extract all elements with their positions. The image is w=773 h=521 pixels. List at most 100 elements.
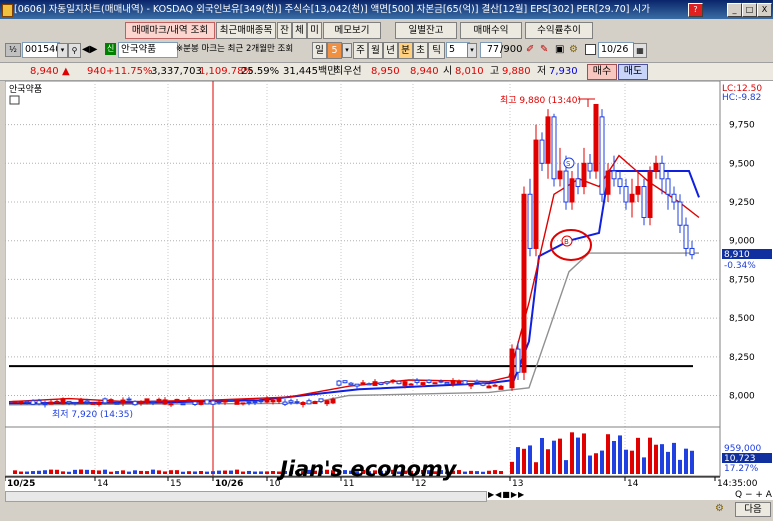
date-checkbox[interactable] [585,44,596,55]
bookmark-icon[interactable]: ½ [5,43,21,57]
daily-balance-button[interactable]: 일별잔고 [395,22,457,39]
stock-code-input[interactable]: 001540 [22,42,60,58]
candle-body [462,380,468,385]
volume-bar [97,470,101,474]
current-price: 8,940 [30,66,59,77]
period-tick-button[interactable]: 틱 [428,42,445,59]
period-minute-button[interactable]: 분 [398,42,413,59]
candle-body [54,400,60,403]
candle-body [408,383,414,386]
volume-bar [103,469,107,474]
candle-body [366,383,372,386]
settings-icon[interactable]: ⚙ [569,43,578,57]
candle-body [90,402,96,405]
high-annotation: 최고 9,880 (13:40) [500,95,581,106]
trade-mark-query-button[interactable]: 매매마크/내역 조회 [125,22,215,39]
candle-body [605,170,611,195]
executed-button[interactable]: 체 [292,22,307,39]
y-tick-label: 8,750 [729,275,755,285]
candle-body [78,398,84,404]
calendar-icon[interactable]: ▦ [633,43,647,58]
candle-body [120,399,126,404]
dropdown-icon[interactable]: ▾ [57,43,68,58]
candle-body [48,401,54,405]
memo-button[interactable]: 메모보기 [323,22,381,39]
minimize-button[interactable]: _ [727,3,742,17]
candle-body [647,170,653,218]
unfilled-button[interactable]: 미 [307,22,322,39]
volume-bar [79,469,83,474]
candle-body [468,383,474,387]
candle-body [318,398,324,403]
help-icon[interactable]: ? [688,3,703,17]
candle-body [24,400,30,403]
candle-body [288,400,294,403]
period-year-button[interactable]: 년 [383,42,398,59]
svg-text:S: S [566,160,571,168]
candle-body [641,186,647,218]
date-input[interactable]: 10/26 [598,42,634,58]
maximize-button[interactable]: □ [742,3,757,17]
candle-body [72,402,78,405]
candle-body [581,162,587,188]
svg-text:B: B [564,238,569,246]
low-annotation: 최저 7,920 (14:35) [52,409,133,420]
volume-bar [49,469,53,474]
trade-profit-button[interactable]: 매매수익 [460,22,522,39]
candle-body [114,402,120,405]
candle-body [623,186,629,203]
candle-body [450,380,456,385]
volume-bar [457,470,461,474]
chart-area[interactable]: 9,750 9,500 9,250 9,000 8,750 8,500 8,250 8,000… [4,80,773,518]
legend-toggle-icon[interactable] [9,95,20,105]
candle-body [444,381,450,385]
window-title: [0606] 자동일지차트(매매내역) - KOSDAQ 외국인보유[349(천… [14,4,650,15]
tools-icon[interactable]: ✐ [526,43,534,57]
search-icon[interactable]: ⚲ [68,43,81,58]
open-label: 시 [443,66,453,77]
candle-body [174,398,180,402]
zoom-controls[interactable]: Q − + A [735,490,772,500]
candle-body [264,398,270,403]
recent-trades-button[interactable]: 최근매매종목 [216,22,276,39]
profit-trend-button[interactable]: 수익률추이 [525,22,593,39]
candle-body [384,381,390,384]
y-tick-label: 8,500 [729,314,755,324]
close-button[interactable]: X [757,3,772,17]
volume-bar [588,455,592,474]
period-5-button[interactable]: 5 [327,42,342,59]
sell-button[interactable]: 매도 [618,64,648,80]
best-ask: 8,950 [371,66,400,77]
interval-dropdown-icon[interactable]: ▾ [467,43,477,58]
period-month-button[interactable]: 월 [368,42,383,59]
candle-body [18,401,24,404]
x-tick-label: 14 [97,479,109,489]
gear-icon[interactable]: ⚙ [715,503,724,514]
candle-body [30,400,36,405]
volume-bar [540,437,544,474]
stock-name-field[interactable]: 안국약품 [118,42,178,58]
volume-bar [223,470,227,474]
next-button[interactable]: 다음 [735,502,771,517]
price-chart[interactable]: 9,750 9,500 9,250 9,000 8,750 8,500 8,250 8,000… [4,80,773,518]
toolbar-search: ½ 001540 ▾ ⚲ ◀▶ 신 안국약품 ※분봉 마크는 최근 2개월만 조… [0,39,773,61]
horizontal-scrollbar[interactable] [5,491,487,502]
playback-controls[interactable]: ▶◀■▶▶ [488,490,525,499]
candle-body [677,201,683,226]
count-total: /900 [500,44,523,55]
volume-tag-1: 959,000 [724,444,761,454]
balance-button[interactable]: 잔 [277,22,292,39]
period-day-button[interactable]: 일 [312,42,327,59]
period-second-button[interactable]: 초 [413,42,428,59]
count-input[interactable]: 77 [480,42,502,58]
save-icon[interactable]: ▣ [555,43,564,57]
candle-body [611,170,617,180]
buy-button[interactable]: 매수 [587,64,617,80]
up-arrow: ▲ [62,66,70,77]
config-icon[interactable]: ✎ [540,43,548,57]
period-dropdown-icon[interactable]: ▾ [342,43,352,58]
prev-next-icon[interactable]: ◀▶ [82,43,99,56]
volume-bar [139,470,143,474]
period-week-button[interactable]: 주 [353,42,368,59]
volume-bar [534,462,538,474]
